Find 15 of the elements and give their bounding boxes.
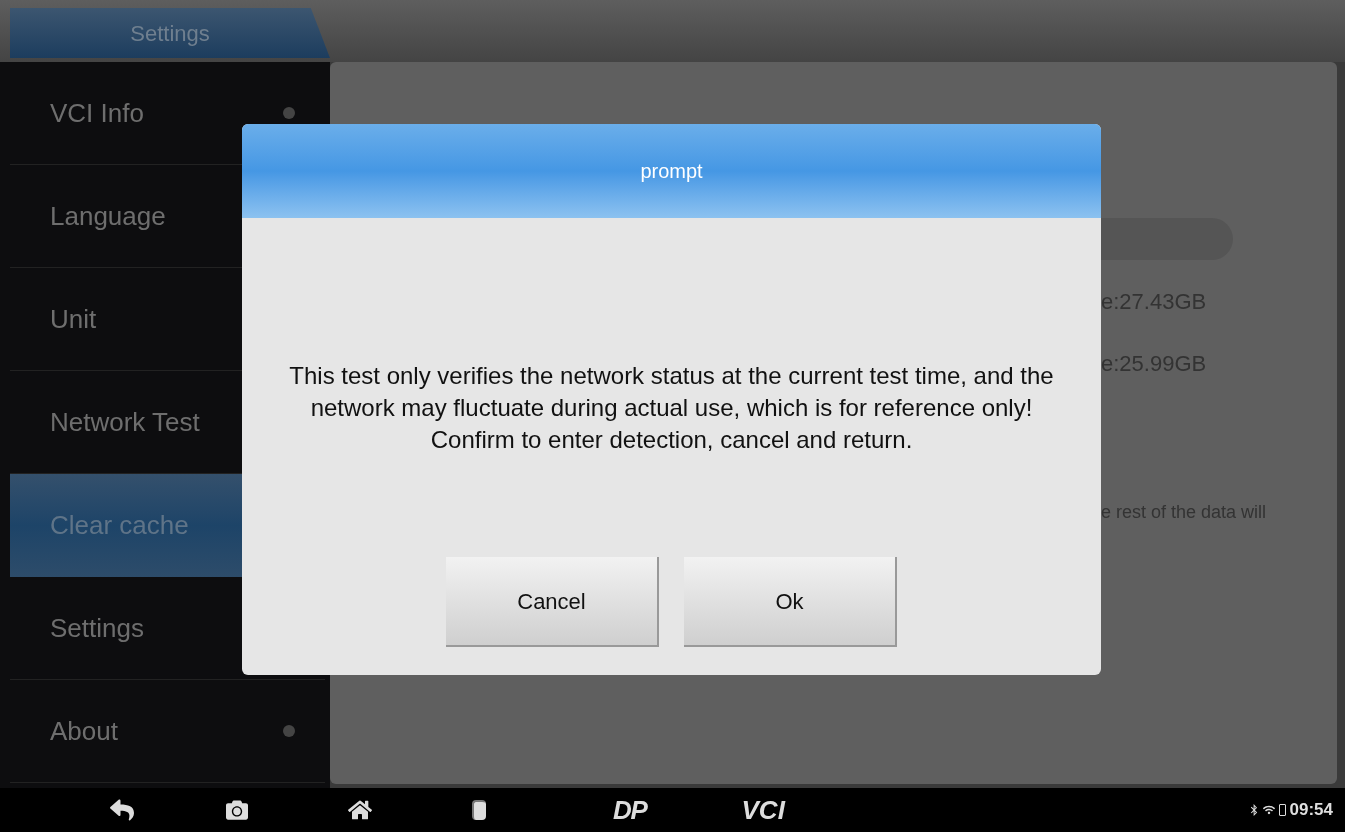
dp-logo[interactable]: DP bbox=[613, 790, 647, 830]
dialog-button[interactable]: Cancel bbox=[446, 557, 659, 647]
home-icon[interactable] bbox=[348, 798, 372, 822]
bluetooth-icon bbox=[1248, 804, 1259, 816]
sidebar-item[interactable]: About bbox=[10, 680, 325, 783]
recent-apps-icon[interactable] bbox=[472, 800, 486, 820]
battery-icon bbox=[1278, 804, 1286, 816]
dialog-title: prompt bbox=[640, 159, 703, 184]
vci-logo[interactable]: VCI bbox=[741, 790, 785, 830]
wifi-icon bbox=[1262, 804, 1275, 816]
breadcrumb-tab[interactable]: Settings bbox=[10, 8, 330, 58]
camera-icon[interactable] bbox=[226, 799, 248, 821]
clock: 09:54 bbox=[1289, 799, 1333, 822]
dialog-button[interactable]: Ok bbox=[684, 557, 897, 647]
back-icon[interactable] bbox=[110, 798, 134, 822]
